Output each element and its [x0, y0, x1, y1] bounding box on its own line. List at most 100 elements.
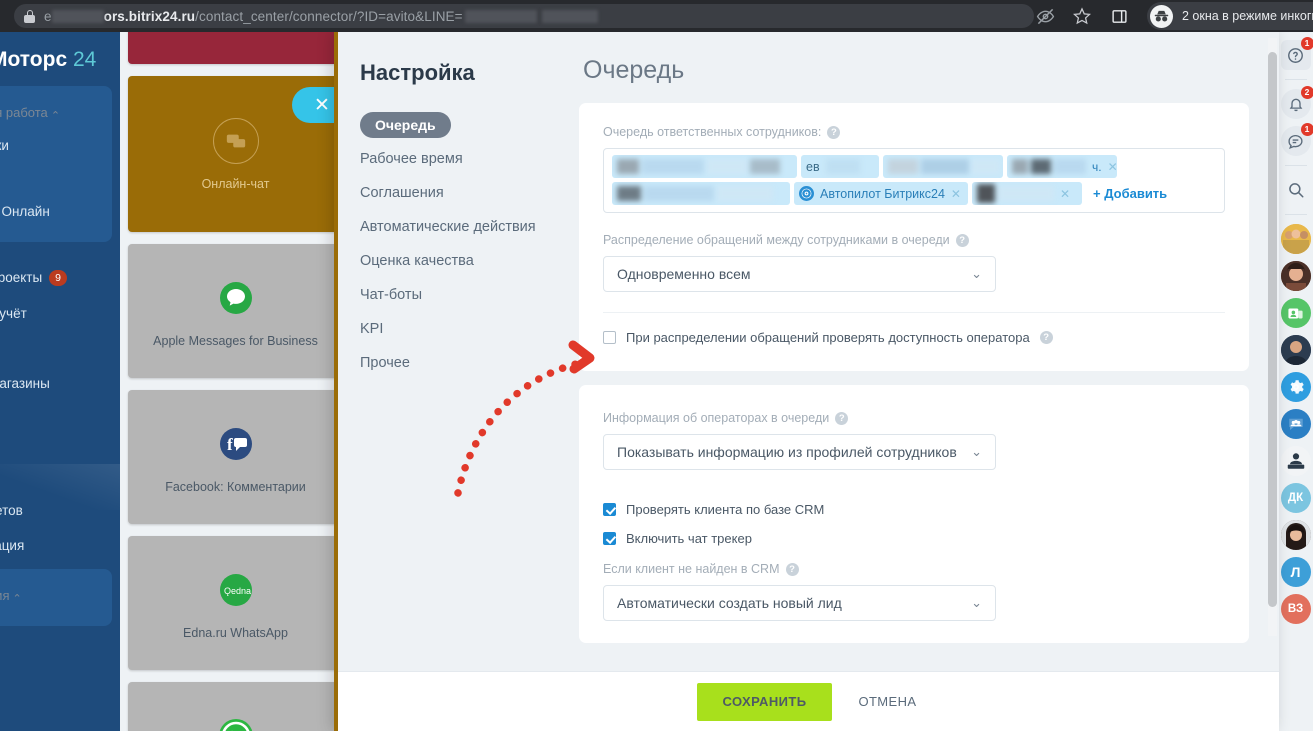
modal-scrollbar-thumb[interactable] [1268, 52, 1277, 607]
remove-tag-icon[interactable]: ✕ [951, 187, 961, 201]
help-tooltip-icon[interactable]: ? [956, 234, 969, 247]
avatar-woman-1[interactable] [1281, 261, 1311, 291]
modal-content: Очередь Очередь ответственных сотруднико… [579, 32, 1279, 671]
avatar-group[interactable] [1281, 224, 1311, 254]
queue-member-tag[interactable] [612, 182, 790, 205]
avatar-initials: Л [1291, 564, 1301, 580]
modal-footer: СОХРАНИТЬ ОТМЕНА [334, 671, 1279, 731]
chevron-down-icon: ⌄ [971, 595, 982, 611]
operators-info-card: Информация об операторах в очереди ? Пок… [579, 385, 1249, 643]
sidebar-item-quality-rating[interactable]: Оценка качества [360, 244, 579, 278]
avatar-dk[interactable]: ДК [1281, 483, 1311, 513]
help-tooltip-icon[interactable]: ? [786, 563, 799, 576]
avatar-man-1[interactable] [1281, 335, 1311, 365]
check-operator-row[interactable]: При распределении обращений проверять до… [603, 330, 1225, 345]
sidebar-item-kpi[interactable]: KPI [360, 312, 579, 346]
autopilot-label: Автопилот Битрикс24 [820, 187, 945, 201]
queue-member-tag[interactable] [612, 155, 797, 178]
browser-actions: 2 окна в режиме инкогнито [1034, 2, 1313, 30]
check-operator-checkbox[interactable] [603, 331, 616, 344]
sidebar-item-tasks[interactable]: нки [0, 129, 112, 162]
queue-member-tag[interactable]: ✕ [972, 182, 1082, 205]
sidebar-item-crm[interactable]: о [0, 162, 112, 195]
avatar-settings[interactable] [1281, 372, 1311, 402]
chevron-down-icon: ⌄ [971, 266, 982, 282]
nav-decoration [0, 464, 120, 510]
queue-member-tag[interactable]: ч. ✕ [1007, 155, 1117, 178]
distribution-select[interactable]: Одновременно всем ⌄ [603, 256, 996, 292]
chat-tracker-checkbox[interactable] [603, 532, 616, 545]
help-icon[interactable]: 1 [1281, 40, 1311, 70]
avatar-contacts[interactable] [1281, 298, 1311, 328]
help-tooltip-icon[interactable]: ? [835, 412, 848, 425]
page-title: Очередь [583, 56, 1249, 85]
help-tooltip-icon[interactable]: ? [827, 126, 840, 139]
chat-tracker-label: Включить чат трекер [626, 531, 752, 546]
star-icon[interactable] [1071, 5, 1093, 27]
sidebar-item-chatbots[interactable]: Чат-боты [360, 278, 579, 312]
connector-card-facebook-comments[interactable]: f Facebook: Комментарии [128, 390, 343, 524]
sidebar-item-marketing[interactable]: г [0, 331, 120, 366]
avatar-group-chat[interactable] [1281, 409, 1311, 439]
queue-settings-card: Очередь ответственных сотрудников: ? [579, 103, 1249, 371]
avatar-initials: ДК [1288, 492, 1303, 504]
incognito-indicator[interactable]: 2 окна в режиме инкогнито [1147, 2, 1313, 30]
sidebar-item-projects[interactable]: Проекты9 [0, 260, 120, 296]
cancel-button[interactable]: ОТМЕНА [858, 694, 916, 709]
sidebar-item-auto-actions[interactable]: Автоматические действия [360, 210, 579, 244]
sidebar-item-accounting[interactable]: й учёт [0, 296, 120, 331]
connector-card-partial[interactable] [128, 28, 343, 64]
sidebar-item-automation[interactable]: зация [0, 528, 120, 563]
edna-icon: Ǫedna [213, 567, 259, 613]
sidebar-item-work[interactable]: ая работа [0, 96, 112, 129]
bell-badge: 2 [1301, 86, 1313, 99]
address-bar[interactable]: eors.bitrix24.ru/contact_center/connecto… [14, 4, 1034, 28]
sidebar-item-stores[interactable]: Магазины [0, 366, 120, 401]
whatsapp-icon [213, 713, 259, 731]
sidebar-item-agreements[interactable]: Соглашения [360, 176, 579, 210]
crm-not-found-select[interactable]: Автоматически создать новый лид ⌄ [603, 585, 996, 621]
avatar-l[interactable]: Л [1281, 557, 1311, 587]
avatar-vz[interactable]: ВЗ [1281, 594, 1311, 624]
bell-icon[interactable]: 2 [1281, 89, 1311, 119]
connector-card-edna-whatsapp[interactable]: Ǫedna Edna.ru WhatsApp [128, 536, 343, 670]
connector-label: Apple Messages for Business [153, 334, 318, 348]
connector-card-list: Онлайн-чат Apple Messages for Business f [128, 32, 343, 731]
sidebar-item-queue[interactable]: Очередь [360, 112, 451, 138]
sidebar-item-other[interactable]: Прочее [360, 346, 579, 380]
check-operator-label: При распределении обращений проверять до… [626, 330, 1030, 345]
queue-member-tag-autopilot[interactable]: Автопилот Битрикс24 ✕ [794, 182, 968, 205]
avatar-operator[interactable] [1281, 446, 1311, 476]
section-divider [603, 312, 1225, 313]
queue-field-label: Очередь ответственных сотрудников: ? [603, 125, 1225, 139]
crm-check-row[interactable]: Проверять клиента по базе CRM [603, 502, 1225, 517]
avatar-woman-2[interactable] [1281, 520, 1311, 550]
browser-toolbar: eors.bitrix24.ru/contact_center/connecto… [0, 0, 1313, 32]
connector-card-chatapp-waba[interactable]: ChatApp - WABA [128, 682, 343, 731]
chat-tracker-row[interactable]: Включить чат трекер [603, 531, 1225, 546]
crm-check-checkbox[interactable] [603, 503, 616, 516]
queue-member-tag[interactable] [883, 155, 1003, 178]
queue-settings-modal: Настройка Очередь Рабочее время Соглашен… [334, 32, 1279, 731]
right-icon-rail: 1 2 1 [1277, 32, 1313, 731]
connector-card-apple-messages[interactable]: Apple Messages for Business [128, 244, 343, 378]
sidebar-item-online-stores[interactable]: ы Онлайн [0, 195, 112, 228]
add-employee-link[interactable]: + Добавить [1093, 186, 1167, 201]
queue-member-tag[interactable]: ев [801, 155, 879, 178]
side-panel-icon[interactable] [1108, 5, 1130, 27]
help-tooltip-icon[interactable]: ? [1040, 331, 1053, 344]
remove-tag-icon[interactable]: ✕ [1108, 160, 1117, 174]
sidebar-item-settings[interactable]: ния [0, 579, 112, 612]
queue-members-tagbox[interactable]: ев [603, 148, 1225, 213]
facebook-comments-icon: f [213, 421, 259, 467]
remove-tag-icon[interactable]: ✕ [1060, 187, 1070, 201]
messenger-icon[interactable]: 1 [1281, 126, 1311, 156]
url-text: eors.bitrix24.ru/contact_center/connecto… [44, 9, 598, 24]
search-icon[interactable] [1281, 175, 1311, 205]
nav-group-primary: ая работа нки о ы Онлайн [0, 86, 112, 242]
eye-off-icon[interactable] [1034, 5, 1056, 27]
save-button[interactable]: СОХРАНИТЬ [697, 683, 833, 721]
sidebar-item-working-hours[interactable]: Рабочее время [360, 142, 579, 176]
bitrix-logo[interactable]: Моторс 24 [0, 32, 120, 72]
operators-info-select[interactable]: Показывать информацию из профилей сотруд… [603, 434, 996, 470]
